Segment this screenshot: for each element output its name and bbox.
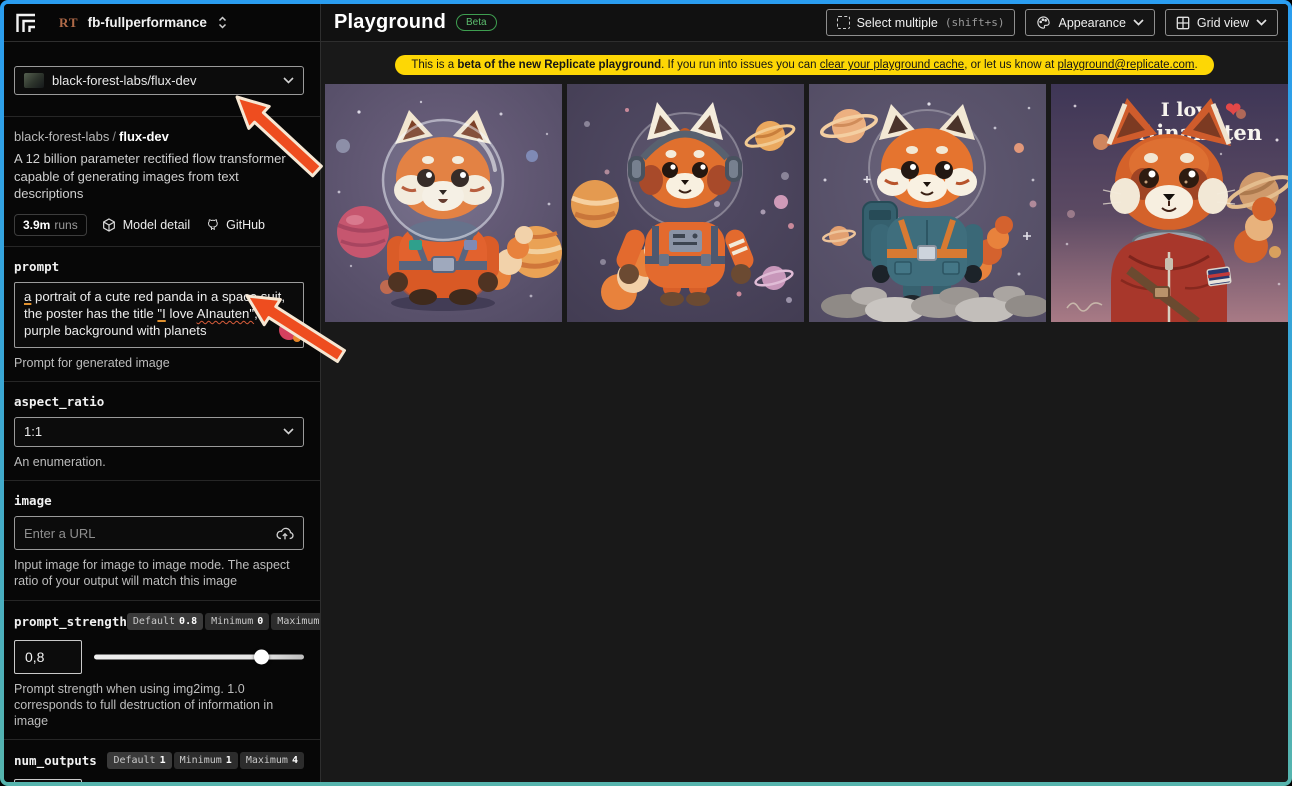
runs-count-badge: 3.9m runs	[14, 213, 87, 236]
model-select[interactable]: black-forest-labs/flux-dev	[14, 66, 304, 95]
minimum-badge: Minimum 1	[173, 752, 238, 770]
prompt-strength-section: prompt_strength Default 0.8 Minimum 0 Maxi…	[4, 601, 320, 741]
heart-glyph: ❤	[1225, 99, 1241, 121]
model-name: flux-dev	[119, 129, 169, 144]
aspect-ratio-select[interactable]: 1:1	[14, 416, 304, 447]
beta-badge: Beta	[456, 14, 497, 31]
slider-thumb[interactable]	[254, 649, 269, 665]
aspect-ratio-label: aspect_ratio	[14, 393, 105, 409]
main-header: Playground Beta Select multiple (shift+s…	[321, 4, 1288, 42]
image-url-inputbox	[14, 516, 304, 551]
num-outputs-range-info: Default 1 Minimum 1 Maximum 4	[107, 752, 304, 770]
maximum-badge: Maximum 4	[239, 752, 304, 770]
chevron-down-icon	[283, 428, 294, 436]
account-avatar[interactable]: RT	[59, 15, 79, 31]
num-outputs-section: num_outputs Default1 Minimum1 Maximum4 4	[4, 740, 320, 782]
output-image-2[interactable]	[567, 84, 804, 322]
output-image-4[interactable]: I love❤ Ainanuten	[1051, 84, 1288, 322]
prompt-strength-slider[interactable]	[94, 640, 304, 674]
page-title: Playground	[334, 11, 447, 33]
model-description: A 12 billion parameter rectified flow tr…	[14, 151, 286, 202]
default-badge: Default 0.8	[126, 612, 204, 630]
image-field-section: image Input image for image to image mod…	[4, 481, 320, 601]
model-select-value: black-forest-labs/flux-dev	[52, 73, 197, 88]
grid-view-button[interactable]: Grid view	[1164, 9, 1278, 36]
generated-images-grid: I love❤ Ainanuten	[325, 84, 1288, 322]
grid-icon	[1176, 16, 1190, 29]
model-owner: black-forest-labs	[14, 129, 110, 144]
image-helper: Input image for image to image mode. The…	[14, 558, 290, 589]
aspect-ratio-helper: An enumeration.	[14, 454, 106, 469]
sidebar-header: RT fb-fullperformance	[4, 4, 320, 42]
toolbar: Select multiple (shift+s) Appearance Gri…	[825, 9, 1278, 36]
image-label: image	[14, 493, 52, 509]
appearance-button[interactable]: Appearance	[1025, 9, 1155, 36]
palette-icon	[1037, 16, 1051, 29]
cube-icon	[102, 217, 115, 232]
window-frame: RT fb-fullperformance black-forest-labs/…	[0, 0, 1292, 786]
sidebar: RT fb-fullperformance black-forest-labs/…	[4, 4, 321, 782]
num-outputs-input[interactable]: 4	[14, 779, 82, 782]
num-outputs-slider[interactable]	[94, 779, 304, 782]
upload-cloud-icon[interactable]	[276, 526, 294, 541]
prompt-helper: Prompt for generated image	[14, 355, 170, 370]
beta-banner-row: This is a beta of the new Replicate play…	[321, 55, 1288, 75]
replicate-logo-icon	[16, 13, 35, 32]
prompt-field-section: prompt a portrait of a cute red panda in…	[4, 247, 320, 382]
sidebar-scroll-area: black-forest-labs/flux-dev black-forest-…	[4, 42, 320, 782]
prompt-label: prompt	[14, 258, 60, 274]
default-badge: Default 1	[107, 752, 172, 770]
github-button[interactable]: GitHub	[204, 217, 265, 233]
output-image-3[interactable]	[809, 84, 1046, 322]
maximum-badge: Maximum1	[271, 612, 320, 630]
chevron-down-icon	[283, 77, 294, 84]
chevron-down-icon	[1133, 19, 1144, 26]
chevron-down-icon	[1256, 19, 1267, 26]
image-url-input[interactable]	[24, 525, 268, 541]
workspace-switcher-label[interactable]: fb-fullperformance	[88, 15, 207, 30]
select-multiple-button[interactable]: Select multiple (shift+s)	[825, 9, 1016, 36]
prompt-strength-input[interactable]: 0,8	[14, 639, 82, 674]
model-detail-button[interactable]: Model detail	[101, 217, 190, 233]
beta-banner: This is a beta of the new Replicate play…	[395, 55, 1214, 75]
grammar-extension-badge[interactable]: 4	[279, 319, 301, 342]
workspace-switcher-chevrons-icon[interactable]	[218, 16, 227, 29]
model-thumbnail	[24, 73, 44, 88]
clear-cache-link[interactable]: clear your playground cache	[820, 59, 964, 71]
num-outputs-label: num_outputs	[14, 753, 97, 769]
select-multiple-icon	[836, 16, 850, 29]
slider-track	[94, 654, 304, 660]
support-email-link[interactable]: playground@replicate.com	[1058, 59, 1195, 71]
replicate-playground-app: RT fb-fullperformance black-forest-labs/…	[4, 4, 1288, 782]
prompt-strength-label: prompt_strength	[14, 613, 127, 629]
github-icon	[208, 218, 218, 230]
prompt-strength-range-info: Default0.8 Minimum0 Maximum1	[126, 612, 320, 630]
model-actions: 3.9m runs Model detail GitHub	[14, 213, 304, 236]
aspect-ratio-section: aspect_ratio 1:1 An enumeration.	[4, 382, 320, 482]
output-image-1[interactable]	[325, 84, 562, 322]
model-title: black-forest-labs / flux-dev	[14, 129, 169, 144]
prompt-textarea[interactable]: a portrait of a cute red panda in a spac…	[14, 281, 304, 348]
model-picker-section: black-forest-labs/flux-dev	[4, 42, 320, 117]
main-area: Playground Beta Select multiple (shift+s…	[321, 4, 1288, 782]
prompt-strength-helper: Prompt strength when using img2img. 1.0 …	[14, 681, 274, 729]
model-info-section: black-forest-labs / flux-dev A 12 billion …	[4, 117, 320, 247]
extension-dot	[293, 333, 301, 342]
minimum-badge: Minimum 0	[205, 612, 270, 630]
